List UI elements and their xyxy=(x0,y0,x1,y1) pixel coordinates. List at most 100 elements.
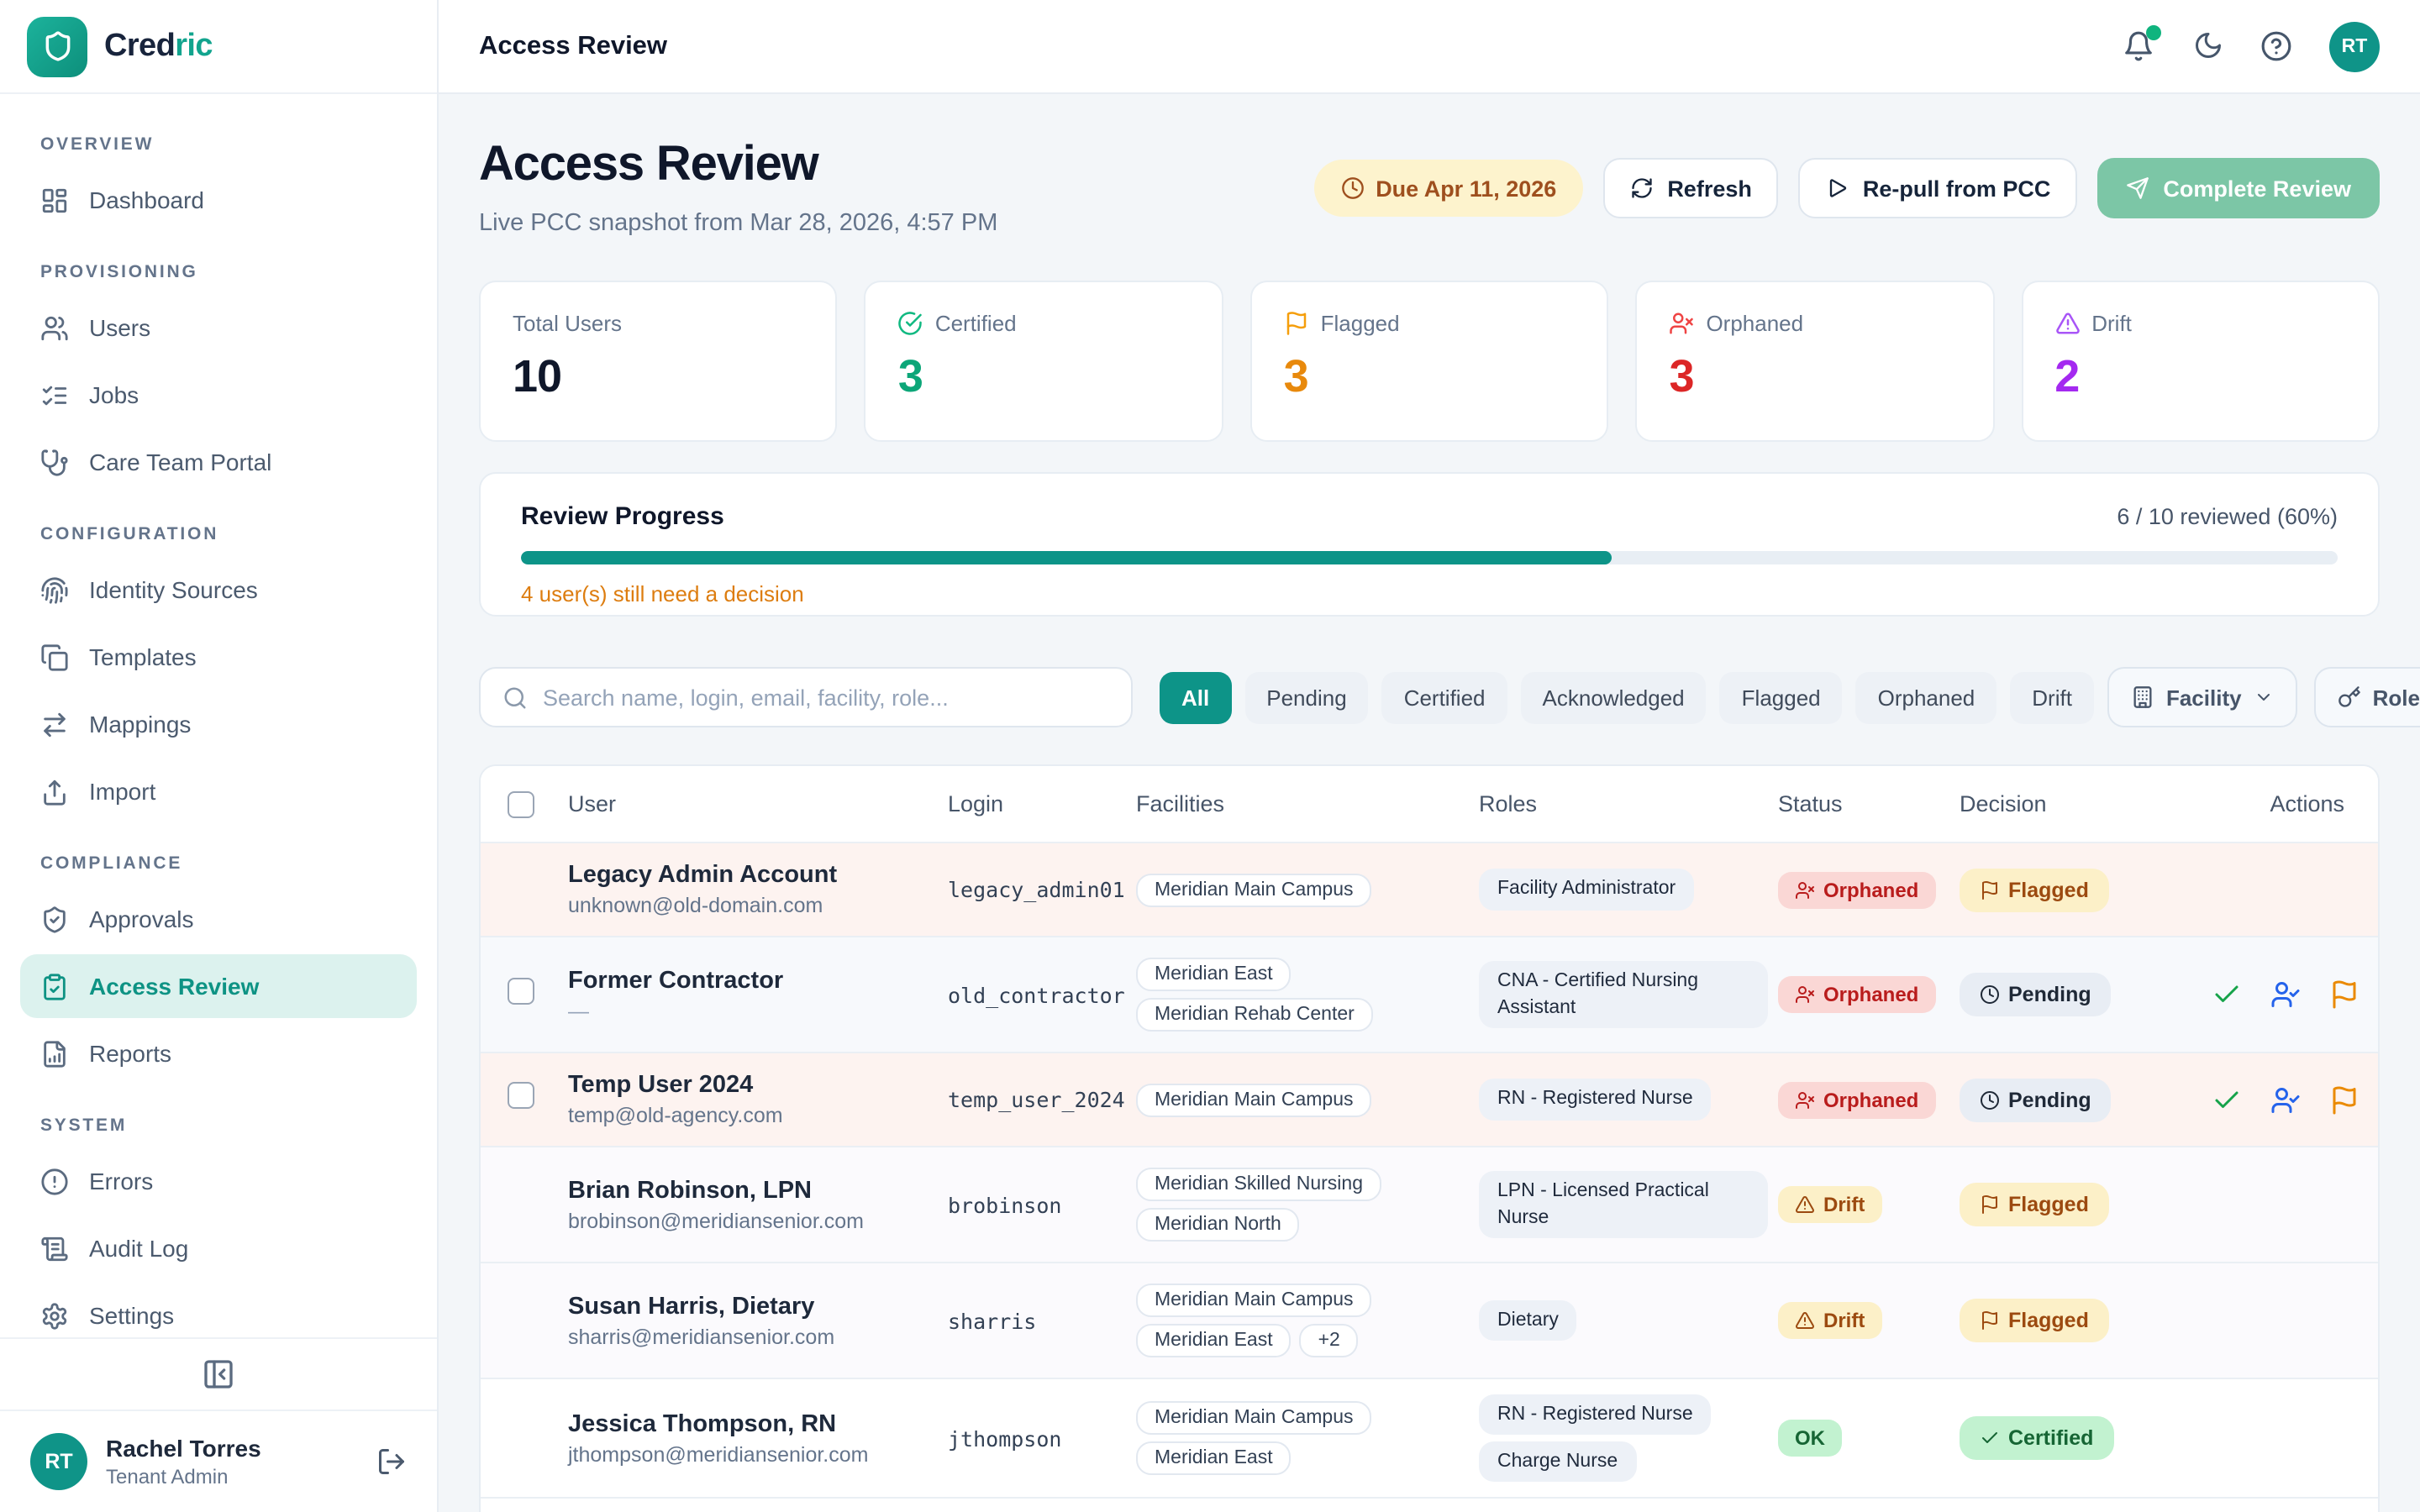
status-cell: Orphaned xyxy=(1778,871,1960,908)
collapse-sidebar-button[interactable] xyxy=(202,1357,235,1391)
row-checkbox[interactable] xyxy=(508,1082,534,1109)
filter-chip-orphaned[interactable]: Orphaned xyxy=(1856,671,1997,723)
user-email: brobinson@meridiansenior.com xyxy=(568,1209,948,1232)
sidebar-item-care-team-portal[interactable]: Care Team Portal xyxy=(20,430,417,494)
facilities-cell: Meridian Main CampusMeridian East xyxy=(1136,1401,1479,1475)
user-x-icon xyxy=(1795,879,1815,900)
filter-chip-acknowledged[interactable]: Acknowledged xyxy=(1521,671,1707,723)
flag-action-button[interactable] xyxy=(2329,979,2360,1010)
brand: Credric xyxy=(0,0,437,94)
notification-dot xyxy=(2146,25,2161,40)
status-cell: Orphaned xyxy=(1778,1081,1960,1118)
user-name: Jessica Thompson, RN xyxy=(568,1410,948,1437)
complete-review-button[interactable]: Complete Review xyxy=(2097,158,2380,218)
stat-label: Orphaned xyxy=(1706,311,1803,336)
role-chip: RN - Registered Nurse xyxy=(1479,1394,1712,1435)
facility-chip: Meridian Rehab Center xyxy=(1136,998,1373,1032)
stat-value: 3 xyxy=(1669,351,1960,403)
table-row[interactable]: Brian Robinson, LPN brobinson@meridianse… xyxy=(481,1147,2378,1263)
gear-icon xyxy=(40,1301,69,1330)
user-name: Susan Harris, Dietary xyxy=(568,1293,948,1320)
decision-badge: Pending xyxy=(1960,1078,2112,1121)
theme-toggle-button[interactable] xyxy=(2191,30,2223,62)
facility-chip: Meridian East xyxy=(1136,1324,1292,1357)
repull-button[interactable]: Re-pull from PCC xyxy=(1799,158,2078,218)
stat-value: 3 xyxy=(898,351,1190,403)
certify-action-button[interactable] xyxy=(2212,979,2242,1010)
acknowledge-action-button[interactable] xyxy=(2270,1084,2301,1115)
dropdown-label: Role xyxy=(2373,685,2420,710)
page-header-text: Access Review Live PCC snapshot from Mar… xyxy=(479,138,997,237)
facility-chip: Meridian Skilled Nursing xyxy=(1136,1168,1381,1201)
filter-chip-drift[interactable]: Drift xyxy=(2010,671,2094,723)
search-input[interactable] xyxy=(543,685,1109,710)
roles-cell: LPN - Licensed Practical Nurse xyxy=(1479,1171,1778,1238)
table-row[interactable]: Temp User 2024 temp@old-agency.com temp_… xyxy=(481,1053,2378,1147)
nav-section-label-provisioning: PROVISIONING xyxy=(40,262,397,282)
shield-check-icon xyxy=(40,905,69,933)
topbar-actions: RT xyxy=(2123,21,2380,71)
help-button[interactable] xyxy=(2260,30,2292,62)
sidebar-item-label: Audit Log xyxy=(89,1235,188,1262)
clock-icon xyxy=(1980,984,2000,1005)
table-row[interactable]: Susan Harris, Dietary sharris@meridianse… xyxy=(481,1263,2378,1379)
sidebar-item-approvals[interactable]: Approvals xyxy=(20,887,417,951)
topbar: Access Review R xyxy=(439,0,2420,94)
filter-bar: AllPending Certified AcknowledgedFlaggedOr… xyxy=(479,667,2380,727)
filter-chip-pending[interactable]: Pending xyxy=(1244,671,1368,723)
notifications-button[interactable] xyxy=(2123,30,2154,62)
facility-filter-button[interactable]: Facility xyxy=(2107,667,2297,727)
sidebar-item-reports[interactable]: Reports xyxy=(20,1021,417,1085)
table-row[interactable]: Jessica Thompson, RN jthompson@meridians… xyxy=(481,1379,2378,1499)
sidebar-item-mappings[interactable]: Mappings xyxy=(20,692,417,756)
user-x-icon xyxy=(1795,1089,1815,1110)
sidebar-item-jobs[interactable]: Jobs xyxy=(20,363,417,427)
column-header-status: Status xyxy=(1778,791,1960,816)
clock-icon xyxy=(1340,176,1364,200)
table-row[interactable]: Former Contractor — old_contractor Merid… xyxy=(481,937,2378,1053)
status-badge: OK xyxy=(1778,1420,1842,1457)
decision-cell: Pending xyxy=(1960,1078,2212,1121)
facility-chip: Meridian East xyxy=(1136,1441,1292,1475)
filter-chip-flagged[interactable]: Flagged xyxy=(1720,671,1843,723)
flag-action-button[interactable] xyxy=(2329,1084,2360,1115)
refresh-button[interactable]: Refresh xyxy=(1603,158,1779,218)
page-content: Access Review Live PCC snapshot from Mar… xyxy=(439,94,2420,1512)
alert-triangle-icon xyxy=(1795,1194,1815,1215)
sidebar-item-label: Identity Sources xyxy=(89,576,258,603)
table-row[interactable]: Legacy Admin Account unknown@old-domain.… xyxy=(481,843,2378,937)
sidebar-item-label: Care Team Portal xyxy=(89,449,271,475)
sidebar-item-templates[interactable]: Templates xyxy=(20,625,417,689)
sidebar-item-audit-log[interactable]: Audit Log xyxy=(20,1216,417,1280)
users-icon xyxy=(40,313,69,342)
sidebar-item-identity-sources[interactable]: Identity Sources xyxy=(20,558,417,622)
sidebar-item-errors[interactable]: Errors xyxy=(20,1149,417,1213)
facility-chip: Meridian Main Campus xyxy=(1136,1083,1372,1116)
sidebar-item-import[interactable]: Import xyxy=(20,759,417,823)
stat-card-flagged: Flagged 3 xyxy=(1250,281,1609,442)
row-checkbox[interactable] xyxy=(508,977,534,1004)
sidebar-item-access-review[interactable]: Access Review xyxy=(20,954,417,1018)
nav-section-label-overview: OVERVIEW xyxy=(40,134,397,155)
avatar[interactable]: RT xyxy=(2329,21,2380,71)
user-name: Former Contractor xyxy=(568,967,948,994)
acknowledge-action-button[interactable] xyxy=(2270,979,2301,1010)
actions-cell xyxy=(2212,1084,2380,1115)
role-filter-button[interactable]: Role xyxy=(2314,667,2420,727)
sidebar-item-users[interactable]: Users xyxy=(20,296,417,360)
sidebar-item-settings[interactable]: Settings xyxy=(20,1284,417,1337)
filter-chip-all[interactable]: All xyxy=(1160,671,1231,723)
sidebar: Credric OVERVIEW Dashboard PROVISIONING Use… xyxy=(0,0,439,1512)
facility-chip: Meridian East xyxy=(1136,958,1292,991)
decision-badge: Certified xyxy=(1960,1416,2113,1460)
logout-button[interactable] xyxy=(376,1446,407,1477)
certify-action-button[interactable] xyxy=(2212,1084,2242,1115)
users-table: UserLoginFacilitiesRolesStatusDecisionAc… xyxy=(479,764,2380,1512)
select-all-checkbox[interactable] xyxy=(508,790,534,817)
roles-cell: Dietary xyxy=(1479,1300,1778,1341)
stethoscope-icon xyxy=(40,448,69,476)
sidebar-item-dashboard[interactable]: Dashboard xyxy=(20,168,417,232)
role-chip: CNA - Certified Nursing Assistant xyxy=(1479,961,1768,1028)
user-email: jthompson@meridiansenior.com xyxy=(568,1442,948,1466)
filter-chip-certified[interactable]: Certified xyxy=(1382,671,1507,723)
